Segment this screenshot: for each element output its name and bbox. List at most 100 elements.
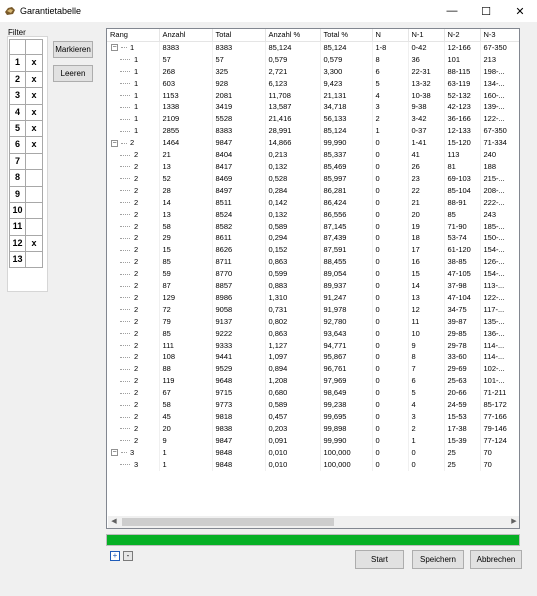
filter-number[interactable]: 4 — [9, 104, 26, 121]
tree-group-row[interactable]: −2 1464 9847 14,866 99,990 0 1-41 15-120 71-334 — [107, 137, 519, 150]
abbrechen-button[interactable]: Abbrechen — [470, 550, 522, 569]
filter-number[interactable]: 10 — [9, 202, 26, 220]
filter-row[interactable]: 7 — [9, 153, 43, 171]
tree-group-row[interactable]: −3 1 9848 0,010 100,000 0 0 25 70 — [107, 446, 519, 459]
table-row[interactable]: 2 59 8770 0,599 89,054 0 15 47-105 154-... — [107, 268, 519, 281]
filter-row[interactable]: 1x — [9, 55, 43, 72]
filter-mark[interactable]: x — [26, 88, 43, 105]
filter-number[interactable]: 9 — [9, 186, 26, 203]
filter-number[interactable] — [9, 39, 26, 56]
table-row[interactable]: 1 2855 8383 28,991 85,124 1 0-37 12-133 67-350 — [107, 125, 519, 138]
filter-mark[interactable] — [26, 252, 43, 269]
filter-row[interactable] — [9, 39, 43, 56]
filter-mark[interactable]: x — [26, 137, 43, 154]
filter-mark[interactable] — [26, 39, 43, 56]
filter-number[interactable]: 11 — [9, 219, 26, 236]
table-row[interactable]: 2 52 8469 0,528 85,997 0 23 69-103 215-... — [107, 172, 519, 185]
minimize-button[interactable]: — — [435, 0, 469, 22]
filter-mark[interactable] — [26, 170, 43, 187]
filter-number[interactable]: 12 — [9, 235, 26, 253]
table-row[interactable]: 2 85 8711 0,863 88,455 0 16 38-85 126-... — [107, 256, 519, 269]
filter-number[interactable]: 3 — [9, 88, 26, 105]
column-header[interactable]: N-1 — [408, 29, 445, 42]
table-row[interactable]: 2 108 9441 1,097 95,867 0 8 33-60 114-... — [107, 351, 519, 364]
table-row[interactable]: 2 15 8626 0,152 87,591 0 17 61-120 154-... — [107, 244, 519, 257]
horizontal-scrollbar[interactable]: ◀ ▶ — [108, 516, 519, 528]
table-row[interactable]: 2 87 8857 0,883 89,937 0 14 37-98 113-... — [107, 280, 519, 292]
filter-number[interactable]: 2 — [9, 71, 26, 89]
table-row[interactable]: 1 268 325 2,721 3,300 6 22-31 88-115 198-... — [107, 65, 519, 78]
table-row[interactable]: 3 1 9848 0,010 100,000 0 0 25 70 — [107, 458, 519, 471]
table-row[interactable]: 2 85 9222 0,863 93,643 0 10 29-85 136-... — [107, 327, 519, 340]
table-row[interactable]: 2 67 9715 0,680 98,649 0 5 20-66 71-211 — [107, 387, 519, 400]
column-header[interactable]: N — [372, 29, 409, 42]
collapse-icon[interactable]: − — [111, 449, 118, 457]
table-row[interactable]: 1 1153 2081 11,708 21,131 4 10-38 52-132 160-... — [107, 89, 519, 102]
scroll-left-icon[interactable]: ◀ — [108, 516, 120, 528]
column-header[interactable]: Anzahl % — [265, 29, 321, 42]
filter-number[interactable]: 6 — [9, 137, 26, 154]
table-row[interactable]: 2 129 8986 1,310 91,247 0 13 47-104 122-... — [107, 291, 519, 304]
filter-mark[interactable]: x — [26, 55, 43, 72]
filter-number[interactable]: 8 — [9, 170, 26, 187]
leeren-button[interactable]: Leeren — [53, 65, 93, 82]
column-header[interactable]: Anzahl — [159, 29, 213, 42]
filter-row[interactable]: 3x — [9, 88, 43, 105]
scroll-right-icon[interactable]: ▶ — [508, 516, 519, 528]
table-row[interactable]: 1 603 928 6,123 9,423 5 13-32 63-119 134-... — [107, 77, 519, 90]
table-row[interactable]: 2 79 9137 0,802 92,780 0 11 39-87 135-... — [107, 315, 519, 328]
filter-row[interactable]: 2x — [9, 71, 43, 89]
filter-number[interactable]: 1 — [9, 55, 26, 72]
start-button[interactable]: Start — [355, 550, 404, 569]
table-row[interactable]: 2 58 8582 0,589 87,145 0 19 71-90 185-... — [107, 220, 519, 233]
table-row[interactable]: 2 13 8417 0,132 85,469 0 26 81 188 — [107, 160, 519, 173]
filter-mark[interactable] — [26, 153, 43, 171]
table-row[interactable]: 2 111 9333 1,127 94,771 0 9 29-78 114-... — [107, 339, 519, 352]
guarantee-tree-table[interactable]: Rang Anzahl Total Anzahl % Total % N N-1 N-2 N-3… — [106, 28, 520, 529]
table-row[interactable]: 2 119 9648 1,208 97,969 0 6 25-63 101-... — [107, 375, 519, 388]
filter-number[interactable]: 7 — [9, 153, 26, 171]
table-row[interactable]: 2 21 8404 0,213 85,337 0 41 113 240 — [107, 149, 519, 161]
table-row[interactable]: 1 57 57 0,579 0,579 8 36 101 213 — [107, 53, 519, 66]
table-row[interactable]: 1 1338 3419 13,587 34,718 3 9-38 42-123 139-... — [107, 101, 519, 114]
table-row[interactable]: 2 9 9847 0,091 99,990 0 1 15-39 77-124 — [107, 434, 519, 447]
filter-row[interactable]: 5x — [9, 120, 43, 138]
column-header[interactable]: N-2 — [444, 29, 481, 42]
column-header[interactable]: Rang — [107, 29, 160, 42]
filter-mark[interactable]: x — [26, 104, 43, 121]
filter-row[interactable]: 4x — [9, 104, 43, 121]
tree-group-row[interactable]: −1 8383 8383 85,124 85,124 1-8 0-42 12-166 67-35… — [107, 41, 519, 54]
speichern-button[interactable]: Speichern — [412, 550, 464, 569]
close-button[interactable]: ✕ — [503, 0, 537, 22]
table-row[interactable]: 2 58 9773 0,589 99,238 0 4 24-59 85-172 — [107, 399, 519, 411]
filter-number[interactable]: 13 — [9, 252, 26, 269]
table-row[interactable]: 2 45 9818 0,457 99,695 0 3 15-53 77-166 — [107, 411, 519, 423]
filter-row[interactable]: 12 x — [9, 235, 43, 253]
column-header[interactable]: N-3 — [480, 29, 519, 42]
table-row[interactable]: 2 20 9838 0,203 99,898 0 2 17-38 79-146 — [107, 422, 519, 435]
scrollbar-thumb[interactable] — [122, 518, 334, 526]
table-row[interactable]: 2 29 8611 0,294 87,439 0 18 53-74 150-... — [107, 232, 519, 245]
maximize-button[interactable]: ☐ — [469, 0, 503, 22]
filter-mark[interactable]: x — [26, 71, 43, 89]
filter-mark[interactable] — [26, 186, 43, 203]
expand-all-button[interactable]: + — [110, 551, 120, 561]
filter-mark[interactable]: x — [26, 120, 43, 138]
filter-row[interactable]: 10 — [9, 202, 43, 220]
collapse-icon[interactable]: − — [111, 139, 118, 147]
filter-row[interactable]: 9 — [9, 186, 43, 203]
filter-row[interactable]: 6x — [9, 137, 43, 154]
collapse-icon[interactable]: − — [111, 44, 118, 52]
column-header[interactable]: Total — [212, 29, 266, 42]
markieren-button[interactable]: Markieren — [53, 41, 93, 58]
filter-mark[interactable] — [26, 202, 43, 220]
filter-mark[interactable] — [26, 219, 43, 236]
filter-row[interactable]: 13 — [9, 252, 43, 269]
table-row[interactable]: 1 2109 5528 21,416 56,133 2 3-42 36-166 122-... — [107, 113, 519, 126]
table-row[interactable]: 2 28 8497 0,284 86,281 0 22 85-104 208-... — [107, 184, 519, 197]
table-row[interactable]: 2 14 8511 0,142 86,424 0 21 88-91 222-... — [107, 196, 519, 209]
filter-row[interactable]: 11 — [9, 219, 43, 236]
table-row[interactable]: 2 88 9529 0,894 96,761 0 7 29-69 102-... — [107, 363, 519, 376]
collapse-all-button[interactable]: - — [123, 551, 133, 561]
filter-row[interactable]: 8 — [9, 170, 43, 187]
